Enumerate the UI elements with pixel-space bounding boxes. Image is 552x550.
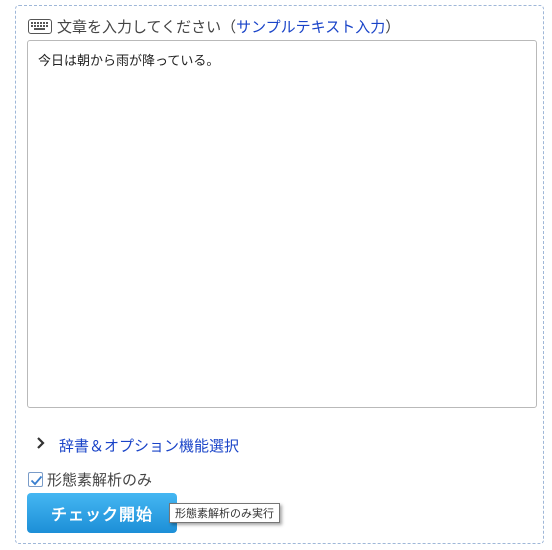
options-link[interactable]: 辞書＆オプション機能選択 [59,435,239,456]
input-panel: 文章を入力してください （ サンプルテキスト入力 ） 今日は朝から雨が降っている… [15,5,544,544]
keyboard-icon [28,18,52,34]
text-input-area[interactable]: 今日は朝から雨が降っている。 [27,40,537,408]
prompt-paren-open: （ [221,17,237,36]
prompt-paren-close: ） [385,17,401,36]
prompt-label: 文章を入力してください [57,17,222,36]
start-check-button[interactable]: チェック開始 [27,493,177,533]
tooltip: 形態素解析のみ実行 [169,503,280,523]
input-prompt: 文章を入力してください （ サンプルテキスト入力 ） [28,15,400,37]
morph-only-option[interactable]: 形態素解析のみ [28,468,152,490]
morph-only-checkbox[interactable] [28,471,43,487]
morph-only-label: 形態素解析のみ [47,470,153,489]
sample-text-link[interactable]: サンプルテキスト入力 [236,16,385,37]
options-toggle[interactable]: 辞書＆オプション機能選択 [36,434,239,456]
chevron-right-icon [36,437,50,453]
